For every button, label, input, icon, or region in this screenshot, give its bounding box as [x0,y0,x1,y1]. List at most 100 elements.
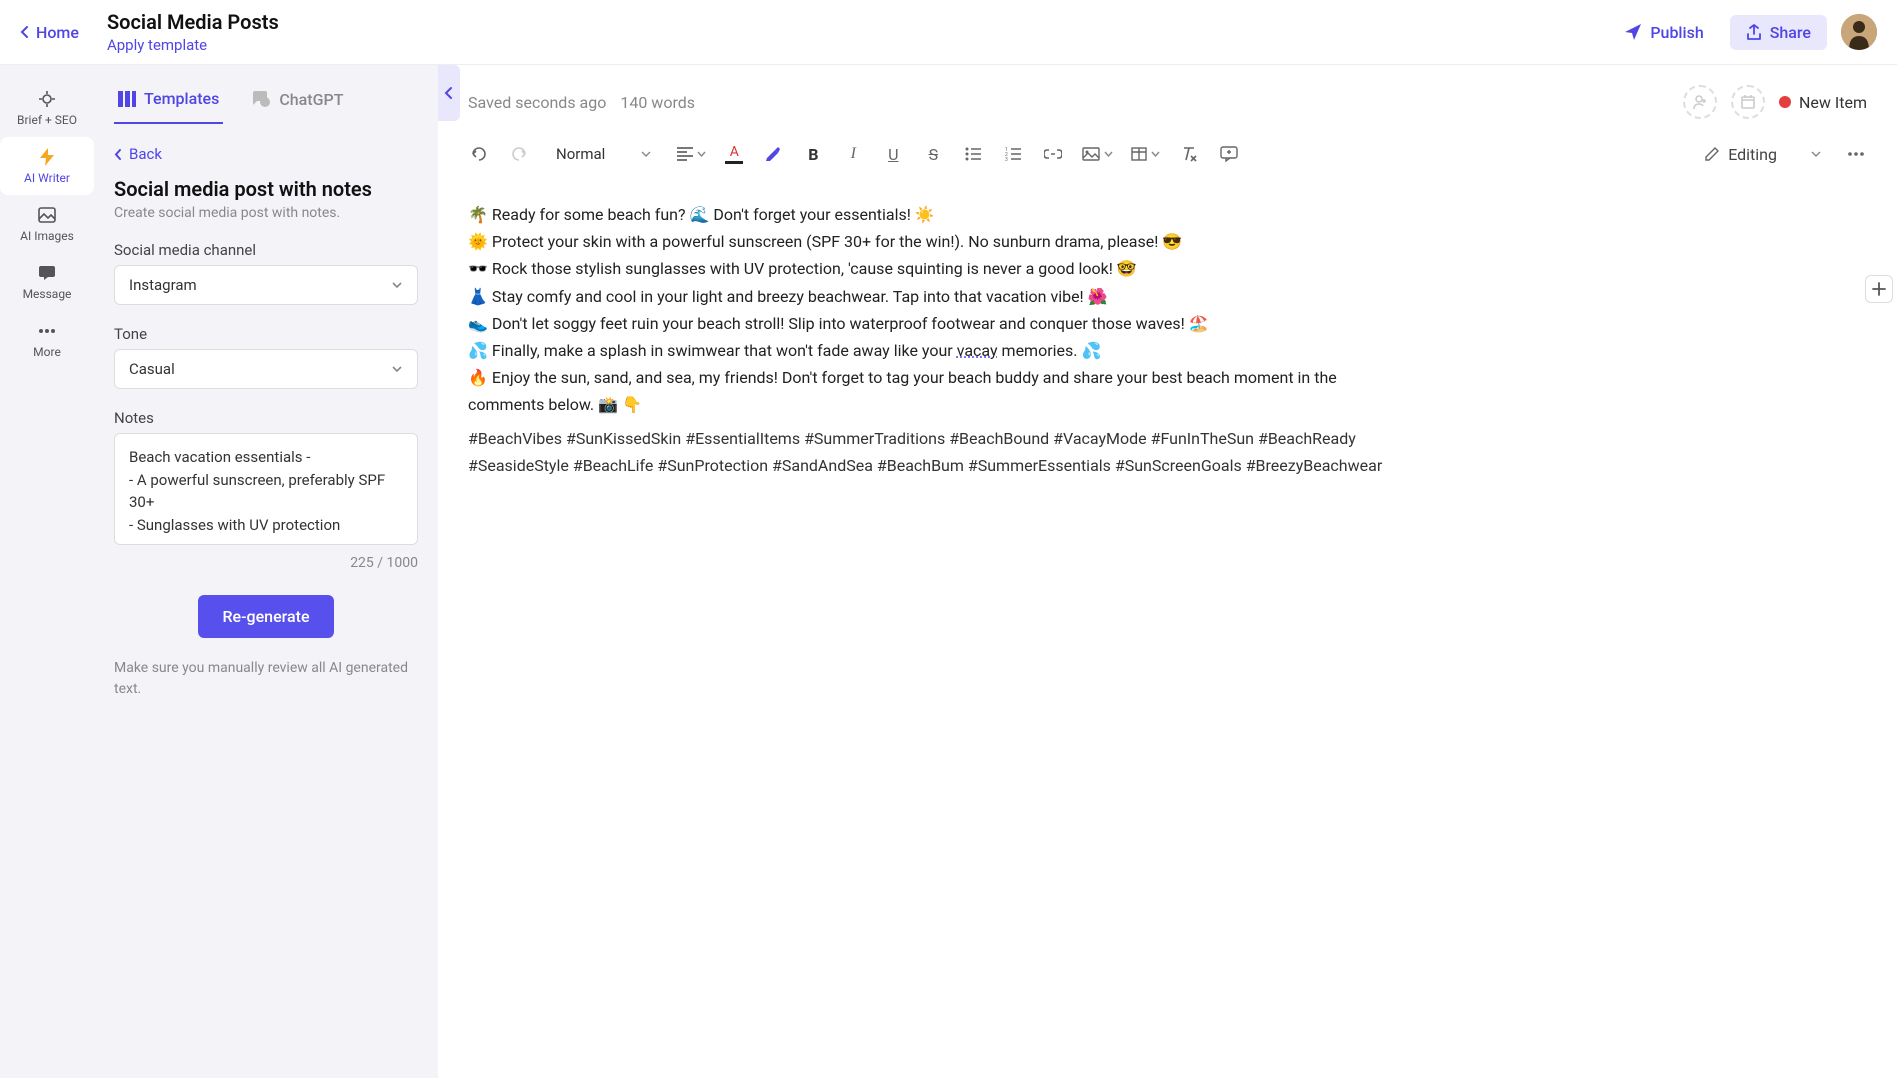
plus-icon [1872,282,1886,296]
channel-label: Social media channel [114,241,418,259]
nav-item-more[interactable]: More [0,311,94,369]
clear-format-button[interactable] [1178,143,1200,165]
chevron-down-icon [391,281,403,289]
editing-mode-dropdown[interactable]: Editing [1704,145,1821,164]
highlight-button[interactable] [762,143,784,165]
content-line: 🌴 Ready for some beach fun? 🌊 Don't forg… [468,201,1388,228]
editing-label: Editing [1728,145,1777,164]
share-label: Share [1770,23,1811,42]
undo-button[interactable] [468,143,490,165]
italic-button[interactable]: I [842,143,864,165]
saved-status: Saved seconds ago [468,93,606,112]
page-title: Social Media Posts [107,10,279,34]
publish-button[interactable]: Publish [1612,15,1715,50]
chevron-down-icon [697,151,706,157]
tab-label: ChatGPT [279,90,343,109]
strikethrough-button[interactable]: S [922,143,944,165]
chat-icon [251,91,271,109]
bullet-list-button[interactable] [962,143,984,165]
notes-group: Notes 225 / 1000 [114,409,418,571]
notes-label: Notes [114,409,418,427]
form-subtitle: Create social media post with notes. [114,205,418,221]
nav-label: More [33,345,61,359]
home-label: Home [36,23,79,42]
red-dot-icon [1779,96,1791,108]
align-left-icon [677,147,693,161]
add-user-icon[interactable] [1683,85,1717,119]
message-icon [37,263,57,283]
chevron-down-icon [641,151,651,158]
tab-label: Templates [144,89,219,108]
channel-value: Instagram [129,276,197,294]
nav-item-ai-writer[interactable]: AI Writer [0,137,94,195]
form-title: Social media post with notes [114,177,418,201]
tab-templates[interactable]: Templates [114,81,223,124]
format-dropdown[interactable]: Normal [548,141,659,167]
image-dropdown[interactable] [1082,143,1113,165]
review-note: Make sure you manually review all AI gen… [114,658,418,720]
content-line: 🔥 Enjoy the sun, sand, and sea, my frien… [468,364,1388,418]
editor-status-bar: Saved seconds ago 140 words New Item [468,65,1867,129]
link-button[interactable] [1042,143,1064,165]
collapse-sidebar-handle[interactable] [438,65,460,121]
content-line: 👟 Don't let soggy feet ruin your beach s… [468,310,1388,337]
tone-group: Tone Casual [114,325,418,389]
redo-button[interactable] [508,143,530,165]
underline-button[interactable]: U [882,143,904,165]
new-item-label: New Item [1799,93,1867,112]
chevron-down-icon [1104,151,1113,157]
nav-label: AI Writer [24,171,70,185]
tone-label: Tone [114,325,418,343]
back-link[interactable]: Back [114,145,418,163]
bold-button[interactable]: B [802,143,824,165]
apply-template-link[interactable]: Apply template [107,36,279,54]
chevron-down-icon [1811,151,1821,158]
word-count: 140 words [620,93,695,112]
publish-label: Publish [1650,23,1703,42]
underline-icon: U [888,145,898,164]
user-avatar[interactable] [1841,14,1877,50]
notes-textarea[interactable] [114,433,418,545]
align-dropdown[interactable] [677,143,706,165]
regenerate-button[interactable]: Re-generate [198,595,333,638]
text-color-icon: A [730,144,739,160]
channel-group: Social media channel Instagram [114,241,418,305]
italic-icon: I [851,145,856,163]
text-color-button[interactable]: A [724,143,744,165]
chevron-left-icon [20,25,30,39]
nav-label: AI Images [20,229,74,243]
nav-item-ai-images[interactable]: AI Images [0,195,94,253]
title-section: Social Media Posts Apply template [107,10,279,54]
editor-content[interactable]: 🌴 Ready for some beach fun? 🌊 Don't forg… [468,183,1388,497]
tone-value: Casual [129,360,175,378]
add-block-button[interactable] [1865,275,1893,303]
channel-select[interactable]: Instagram [114,265,418,305]
content-line: 👗 Stay comfy and cool in your light and … [468,283,1388,310]
svg-text:3: 3 [1005,157,1008,161]
content-line: 🌞 Protect your skin with a powerful suns… [468,228,1388,255]
templates-icon [118,91,136,107]
panel-tabs: Templates ChatGPT [114,65,418,125]
editor-area: Saved seconds ago 140 words New Item [438,65,1897,1078]
content-line: 🕶️ Rock those stylish sunglasses with UV… [468,255,1388,282]
numbered-list-button[interactable]: 123 [1002,143,1024,165]
comment-button[interactable] [1218,143,1240,165]
more-button[interactable] [1845,143,1867,165]
chevron-down-icon [391,365,403,373]
hashtags: #BeachVibes #SunKissedSkin #EssentialIte… [468,425,1388,479]
send-icon [1624,23,1642,41]
table-dropdown[interactable] [1131,143,1160,165]
top-header: Home Social Media Posts Apply template P… [0,0,1897,65]
home-link[interactable]: Home [20,23,79,42]
image-icon [37,205,57,225]
tone-select[interactable]: Casual [114,349,418,389]
calendar-icon[interactable] [1731,85,1765,119]
new-item-status[interactable]: New Item [1779,93,1867,112]
nav-item-message[interactable]: Message [0,253,94,311]
share-button[interactable]: Share [1730,15,1827,50]
bold-icon: B [808,145,818,164]
avatar-image [1841,14,1877,50]
tab-chatgpt[interactable]: ChatGPT [247,81,347,124]
content-line: 💦 Finally, make a splash in swimwear tha… [468,337,1388,364]
nav-item-brief-seo[interactable]: Brief + SEO [0,79,94,137]
